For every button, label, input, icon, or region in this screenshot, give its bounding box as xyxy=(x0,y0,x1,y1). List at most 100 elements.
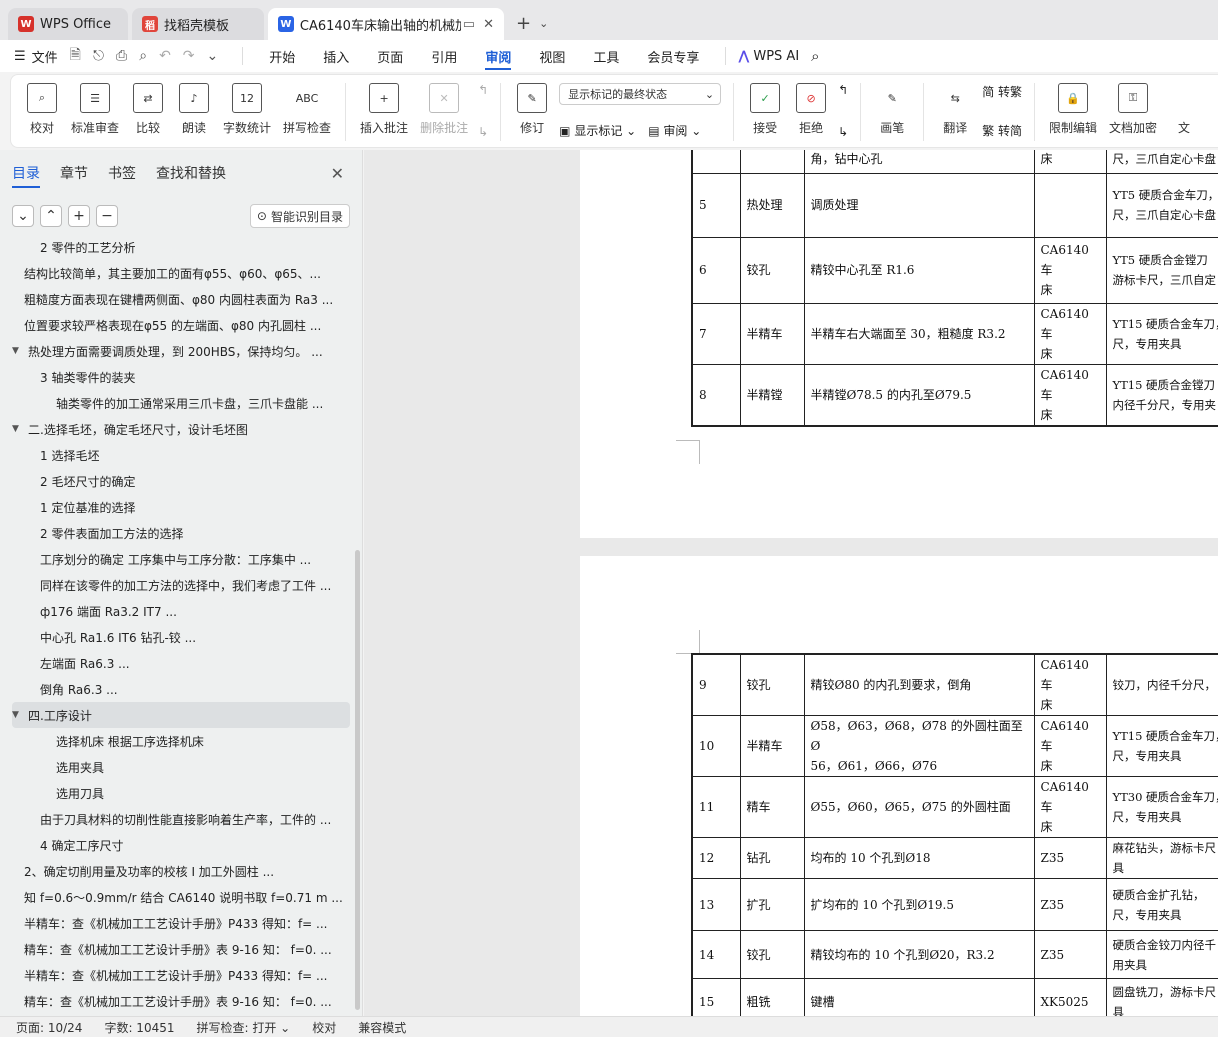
close-icon[interactable]: ✕ xyxy=(331,164,344,183)
redo-icon[interactable]: ↷ xyxy=(183,48,195,64)
spell-check-status[interactable]: 拼写检查: 打开 ⌄ xyxy=(197,1019,291,1036)
table-cell-tool[interactable]: YT15 硬质合金车刀， 尺，专用夹具 xyxy=(1105,715,1218,777)
toc-item[interactable]: 选择机床 根据工序选择机床 xyxy=(12,728,350,754)
review-pane-button[interactable]: ▤ 审阅 ⌄ xyxy=(648,122,701,139)
toc-item[interactable]: 倒角 Ra6.3 ... xyxy=(12,676,350,702)
menu-tab-tools[interactable]: 工具 xyxy=(593,40,619,72)
table-cell-machine[interactable]: CA6140 车 床 xyxy=(1033,363,1107,426)
table-cell-content[interactable]: 角，钻中心孔 xyxy=(803,150,1035,174)
page-indicator[interactable]: 页面: 10/24 xyxy=(16,1019,82,1036)
proofread-button[interactable]: ⌕ 校对 xyxy=(25,83,59,136)
table-cell-no[interactable]: 13 xyxy=(691,878,741,931)
smart-toc-button[interactable]: ⊙ 智能识别目录 xyxy=(249,204,350,228)
table-cell-machine[interactable]: Z35 xyxy=(1033,837,1107,879)
table-cell-no[interactable]: 5 xyxy=(691,172,741,238)
table-cell-content[interactable]: Ø58，Ø63，Ø68，Ø78 的外圆柱面至Ø 56，Ø61，Ø66，Ø76 xyxy=(803,715,1035,777)
tab-document[interactable]: W CA6140车床输出轴的机械加工 ▭ ✕ xyxy=(268,8,504,40)
toc-item[interactable]: 左端面 Ra6.3 ... xyxy=(12,650,350,676)
toc-item[interactable]: 2 毛坯尺寸的确定 xyxy=(12,468,350,494)
table-cell-no[interactable]: 10 xyxy=(691,715,741,777)
toc-item[interactable]: 中心孔 Ra1.6 IT6 钻孔-铰 ... xyxy=(12,624,350,650)
sidebar-scrollbar[interactable] xyxy=(355,550,360,1010)
previous-change-icon[interactable]: ↰ xyxy=(838,83,848,97)
table-cell-op[interactable]: 精车 xyxy=(739,776,805,838)
table-cell-tool[interactable]: 尺，三爪自定心卡盘 xyxy=(1105,150,1218,174)
table-cell-op[interactable] xyxy=(739,150,805,174)
table-cell-tool[interactable]: 铰刀，内径千分尺， xyxy=(1105,653,1218,716)
toc-item[interactable]: 结构比较简单，其主要加工的面有φ55、φ60、φ65、... xyxy=(12,260,350,286)
to-traditional-button[interactable]: 简 转繁 xyxy=(982,83,1022,100)
table-cell-content[interactable]: 精铰Ø80 的内孔到要求，倒角 xyxy=(803,653,1035,716)
toc-item[interactable]: 选用夹具 xyxy=(12,754,350,780)
table-cell-no[interactable]: 11 xyxy=(691,776,741,838)
display-state-select[interactable]: 显示标记的最终状态 ⌄ xyxy=(559,83,722,105)
table-cell-op[interactable]: 半精车 xyxy=(739,302,805,365)
table-cell-machine[interactable]: CA6140 车 床 xyxy=(1033,715,1107,777)
table-cell-tool[interactable]: YT15 硬质合金镗刀 内径千分尺，专用夹 xyxy=(1105,363,1218,426)
table-cell-content[interactable]: 调质处理 xyxy=(803,172,1035,238)
table-cell-content[interactable]: 半精车右大端面至 30，粗糙度 R3.2 xyxy=(803,302,1035,365)
to-simplified-button[interactable]: 繁 转简 xyxy=(982,122,1022,139)
expand-all-button[interactable]: ⌄ xyxy=(12,205,34,227)
new-tab-icon[interactable]: + xyxy=(516,13,531,34)
collapse-triangle-icon[interactable]: ▼ xyxy=(12,424,28,434)
toc-item[interactable]: 位置要求较严格表现在φ55 的左端面、φ80 内孔圆柱 ... xyxy=(12,312,350,338)
accept-button[interactable]: ✓ 接受 xyxy=(748,83,782,136)
spell-check-button[interactable]: ABC 拼写检查 xyxy=(283,83,331,136)
toc-item[interactable]: ф176 端面 Ra3.2 IT7 ... xyxy=(12,598,350,624)
tab-toc[interactable]: 目录 xyxy=(12,150,40,196)
table-cell-machine[interactable] xyxy=(1033,172,1107,238)
read-aloud-button[interactable]: ♪ 朗读 xyxy=(177,83,211,136)
collapse-triangle-icon[interactable]: ▼ xyxy=(12,710,28,720)
toc-item[interactable]: 半精车：查《机械加工工艺设计手册》P433 得知：f= ... xyxy=(12,962,350,988)
wps-ai-button[interactable]: ⋀ WPS AI xyxy=(738,49,799,64)
delete-comment-button[interactable]: ✕ 删除批注 xyxy=(420,83,468,136)
more-chevron-icon[interactable]: ⌄ xyxy=(207,48,219,64)
toc-item[interactable]: 由于刀具材料的切削性能直接影响着生产率，工件的 ... xyxy=(12,806,350,832)
table-cell-content[interactable]: 扩均布的 10 个孔到Ø19.5 xyxy=(803,878,1035,931)
toc-item[interactable]: 半精车：查《机械加工工艺设计手册》P433 得知：f= ... xyxy=(12,910,350,936)
table-cell-no[interactable] xyxy=(691,150,741,174)
toc-item[interactable]: 2 零件的工艺分析 xyxy=(12,242,350,260)
toc-item[interactable]: ▼ 四.工序设计 xyxy=(12,702,350,728)
table-cell-machine[interactable]: CA6140 车 床 xyxy=(1033,302,1107,365)
file-menu[interactable]: ☰ 文件 xyxy=(14,47,58,66)
restrict-editing-button[interactable]: 🔒 限制编辑 xyxy=(1049,83,1097,136)
toc-item[interactable]: ▼ 二.选择毛坯，确定毛坯尺寸，设计毛坯图 xyxy=(12,416,350,442)
toc-item[interactable]: 粗糙度方面表现在键槽两侧面、φ80 内圆柱表面为 Ra3 ... xyxy=(12,286,350,312)
table-cell-machine[interactable]: CA6140 车 床 xyxy=(1033,776,1107,838)
more-button[interactable]: 文 xyxy=(1169,83,1200,136)
table-cell-op[interactable]: 铰孔 xyxy=(739,930,805,979)
menu-tab-review[interactable]: 审阅 xyxy=(485,40,512,72)
monitor-icon[interactable]: ▭ xyxy=(463,17,475,32)
table-cell-content[interactable]: Ø55，Ø60，Ø65，Ø75 的外圆柱面 xyxy=(803,776,1035,838)
encrypt-doc-button[interactable]: ⚿ 文档加密 xyxy=(1109,83,1157,136)
chevron-down-icon[interactable]: ⌄ xyxy=(539,17,548,30)
table-cell-tool[interactable]: 圆盘铣刀，游标卡尺 具 xyxy=(1105,978,1218,1016)
toc-item[interactable]: 同样在该零件的加工方法的选择中，我们考虑了工件 ... xyxy=(12,572,350,598)
standard-review-button[interactable]: ☰ 标准审查 xyxy=(71,83,119,136)
tab-wps-office[interactable]: W WPS Office xyxy=(8,8,128,40)
toc-item[interactable]: 工序划分的确定 工序集中与工序分散：工序集中 ... xyxy=(12,546,350,572)
table-cell-tool[interactable]: 麻花钻头，游标卡尺 具 xyxy=(1105,837,1218,879)
remove-heading-button[interactable]: − xyxy=(96,205,118,227)
table-cell-tool[interactable]: 硬质合金铰刀内径千 用夹具 xyxy=(1105,930,1218,979)
table-cell-op[interactable]: 钻孔 xyxy=(739,837,805,879)
menu-tab-view[interactable]: 视图 xyxy=(539,40,565,72)
print-icon[interactable]: ⎙ xyxy=(116,48,127,64)
table-cell-op[interactable]: 铰孔 xyxy=(739,653,805,716)
menu-tab-page[interactable]: 页面 xyxy=(377,40,403,72)
proofread-status[interactable]: 校对 xyxy=(312,1019,336,1036)
toc-item[interactable]: 精车：查《机械加工工艺设计手册》表 9-16 知： f=0. ... xyxy=(12,988,350,1014)
collapse-all-button[interactable]: ⌃ xyxy=(40,205,62,227)
table-cell-machine[interactable]: Z35 xyxy=(1033,930,1107,979)
translate-button[interactable]: ⇆ 翻译 xyxy=(938,83,972,136)
toc-item[interactable]: 精车：查《机械加工工艺设计手册》表 9-16 知： f=0. ... xyxy=(12,936,350,962)
next-comment-icon[interactable]: ↳ xyxy=(478,125,488,139)
toc-item[interactable]: 知 f=0.6～0.9mm/r 结合 CA6140 说明书取 f=0.71 m … xyxy=(12,884,350,910)
table-cell-machine[interactable]: CA6140 车 床 xyxy=(1033,236,1107,304)
table-cell-no[interactable]: 12 xyxy=(691,837,741,879)
add-heading-button[interactable]: + xyxy=(68,205,90,227)
table-cell-op[interactable]: 半精镗 xyxy=(739,363,805,426)
toc-item[interactable]: 1 定位基准的选择 xyxy=(12,494,350,520)
